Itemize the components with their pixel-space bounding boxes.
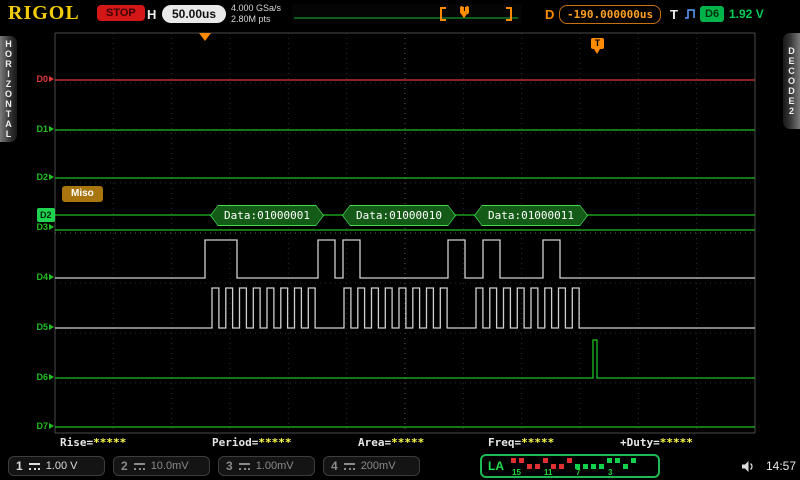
overview-waveform [294,17,518,19]
tab-decode2-menu[interactable]: DECODE2 [783,33,800,129]
overview-trigger-marker-icon: T [460,6,469,18]
rigol-logo: RIGOL [8,2,80,24]
decode-bus-label[interactable]: D2 [37,208,55,222]
status-bar: RIGOL STOP H 50.00us 4.000 GSa/s 2.80M p… [0,0,800,30]
delay-label: D [545,7,555,22]
channel-3-status-box[interactable]: 3 1.00mV [218,456,315,476]
logic-analyzer-status[interactable]: LA 15 11 7 3 [480,454,660,478]
la-led [519,458,524,463]
tab-horizontal-menu[interactable]: HORIZONTAL [0,36,17,142]
coupling-icon [343,462,355,470]
measurement-rise: Rise=***** [60,436,127,449]
la-led [615,458,620,463]
la-led [623,464,628,469]
coupling-icon [238,462,250,470]
horizontal-offset-value[interactable]: -190.000000us [559,5,662,24]
la-led [535,464,540,469]
horizontal-label: H [147,7,157,22]
la-led [543,458,548,463]
measurement-area: Area=***** [358,436,425,449]
la-led [583,464,588,469]
la-led [559,464,564,469]
sample-rate: 4.000 GSa/s [231,3,282,13]
channel-status-bar: 1 1.00 V 2 10.0mV 3 1.00mV 4 200mV LA 15 11 7 3 14… [0,452,800,480]
la-channel-number: 11 [544,468,553,477]
trigger-label: T [670,7,678,22]
la-led [567,458,572,463]
la-led [631,458,636,463]
memory-depth: 2.80M pts [231,14,271,24]
oscilloscope-screen: RIGOL STOP H 50.00us 4.000 GSa/s 2.80M p… [0,0,800,480]
channel-4-status-box[interactable]: 4 200mV [323,456,420,476]
channel-1-status-box[interactable]: 1 1.00 V [8,456,105,476]
la-channel-number: 3 [608,468,613,477]
acquisition-info: 4.000 GSa/s 2.80M pts [231,3,281,25]
run-state-badge[interactable]: STOP [97,5,145,21]
la-channel-state-grid: 15 11 7 3 [511,457,643,477]
waveform-display-area[interactable] [0,0,800,480]
tab-decode2-label: DECODE2 [786,46,797,116]
measurement-duty: +Duty=***** [620,436,693,449]
timebase-value[interactable]: 50.00us [162,5,227,23]
la-led [527,464,532,469]
measurement-period: Period=***** [212,436,292,449]
speaker-icon [741,460,755,478]
measurement-row: Rise=***** Period=***** Area=***** Freq=***… [0,436,800,450]
la-channel-number: 7 [576,468,581,477]
measurement-freq: Freq=***** [488,436,555,449]
waveform-overview-bar[interactable]: T [292,4,522,24]
window-bracket-right-icon [506,7,512,21]
la-led [607,458,612,463]
coupling-icon [28,462,40,470]
trigger-level-value: 1.92 V [729,7,764,21]
coupling-icon [133,462,145,470]
decode-line-name-tag: Miso [62,186,103,202]
la-led [599,464,604,469]
la-label: LA [488,459,504,473]
la-channel-number: 15 [512,468,521,477]
la-led [511,458,516,463]
system-clock: 14:57 [765,459,796,473]
la-led [591,464,596,469]
channel-2-status-box[interactable]: 2 10.0mV [113,456,210,476]
tab-horizontal-label: HORIZONTAL [3,39,14,139]
trigger-source-badge[interactable]: D6 [700,6,725,22]
window-bracket-left-icon [440,7,446,21]
